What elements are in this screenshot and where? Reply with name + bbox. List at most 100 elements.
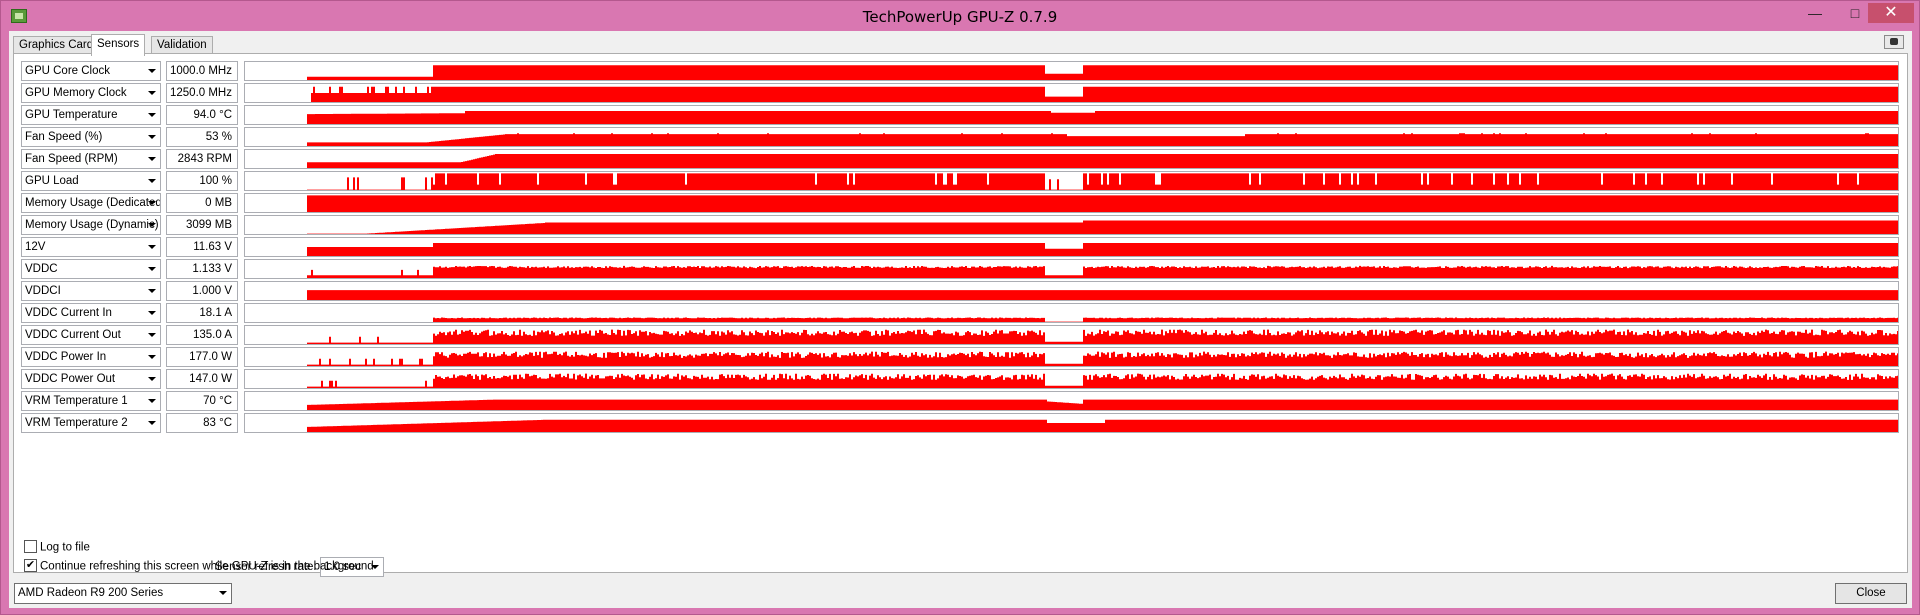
sensor-value: 70 °C <box>166 391 238 411</box>
chevron-down-icon <box>148 157 156 161</box>
sensor-name: GPU Temperature <box>25 109 118 121</box>
sensor-graph[interactable] <box>244 413 1899 433</box>
sensor-name: VDDC Current In <box>25 307 112 319</box>
sensor-graph-area <box>245 195 1898 212</box>
chevron-down-icon <box>148 355 156 359</box>
sensor-name-select[interactable]: Fan Speed (%) <box>21 127 161 147</box>
sensor-name-select[interactable]: VDDC Power Out <box>21 369 161 389</box>
sensor-value: 1.133 V <box>166 259 238 279</box>
close-window-button[interactable]: ✕ <box>1868 3 1914 23</box>
sensor-graph[interactable] <box>244 237 1899 257</box>
sensor-name-select[interactable]: GPU Temperature <box>21 105 161 125</box>
sensor-name: Fan Speed (RPM) <box>25 153 118 165</box>
sensor-graph[interactable] <box>244 105 1899 125</box>
sensor-graph-area <box>245 329 1898 344</box>
sensor-graph[interactable] <box>244 171 1899 191</box>
sensor-graph[interactable] <box>244 281 1899 301</box>
minimize-button[interactable]: — <box>1801 3 1829 23</box>
continue-refresh-checkbox[interactable]: ✔ <box>24 559 37 572</box>
continue-refresh-option[interactable]: ✔ Continue refreshing this screen while G… <box>24 559 374 573</box>
sensor-name-select[interactable]: VRM Temperature 1 <box>21 391 161 411</box>
sensor-row: VDDCI 1.000 V <box>21 281 1901 301</box>
chevron-down-icon <box>148 267 156 271</box>
window-title: TechPowerUp GPU-Z 0.7.9 <box>862 8 1058 26</box>
sensor-name: VRM Temperature 2 <box>25 417 128 429</box>
sensor-name: VDDC <box>25 263 58 275</box>
sensor-graph-area <box>245 154 1898 168</box>
sensor-row: VDDC Current Out 135.0 A <box>21 325 1901 345</box>
chevron-down-icon <box>148 91 156 95</box>
sensor-value: 177.0 W <box>166 347 238 367</box>
sensor-graph-area <box>245 133 1898 146</box>
sensor-graph[interactable] <box>244 391 1899 411</box>
sensor-graph-area <box>245 373 1898 388</box>
chevron-down-icon <box>148 333 156 337</box>
sensor-value: 1000.0 MHz <box>166 61 238 81</box>
sensor-value: 1.000 V <box>166 281 238 301</box>
sensor-graph[interactable] <box>244 369 1899 389</box>
sensor-graph[interactable] <box>244 83 1899 103</box>
sensor-value: 3099 MB <box>166 215 238 235</box>
sensor-graph[interactable] <box>244 347 1899 367</box>
sensor-graph-area <box>245 351 1898 366</box>
sensor-row: VDDC Power In 177.0 W <box>21 347 1901 367</box>
continue-refresh-label: Continue refreshing this screen while GP… <box>40 560 374 573</box>
sensor-name-select[interactable]: VDDC Current In <box>21 303 161 323</box>
sensor-name: VDDC Current Out <box>25 329 121 341</box>
sensor-graph-area <box>245 220 1898 234</box>
sensor-name-select[interactable]: Memory Usage (Dynamic) <box>21 215 161 235</box>
log-to-file-checkbox[interactable] <box>24 540 37 553</box>
chevron-down-icon <box>148 311 156 315</box>
chevron-down-icon <box>219 591 227 595</box>
sensor-row: GPU Memory Clock 1250.0 MHz <box>21 83 1901 103</box>
sensor-row: GPU Core Clock 1000.0 MHz <box>21 61 1901 81</box>
sensor-name-select[interactable]: 12V <box>21 237 161 257</box>
sensor-name-select[interactable]: VDDC Current Out <box>21 325 161 345</box>
sensor-value: 1250.0 MHz <box>166 83 238 103</box>
chevron-down-icon <box>148 399 156 403</box>
chevron-down-icon <box>148 201 156 205</box>
title-bar[interactable]: TechPowerUp GPU-Z 0.7.9 — □ ✕ <box>1 1 1919 31</box>
sensor-row: VDDC Current In 18.1 A <box>21 303 1901 323</box>
close-button[interactable]: Close <box>1835 583 1907 604</box>
sensor-name-select[interactable]: Memory Usage (Dedicated) <box>21 193 161 213</box>
sensor-graph[interactable] <box>244 61 1899 81</box>
sensor-graph[interactable] <box>244 325 1899 345</box>
sensor-name: VDDC Power Out <box>25 373 116 385</box>
gpu-select[interactable]: AMD Radeon R9 200 Series <box>14 583 232 604</box>
sensor-graph[interactable] <box>244 149 1899 169</box>
sensor-graph[interactable] <box>244 127 1899 147</box>
sensor-graph[interactable] <box>244 303 1899 323</box>
gpu-select-value: AMD Radeon R9 200 Series <box>18 587 164 599</box>
sensor-name-select[interactable]: GPU Core Clock <box>21 61 161 81</box>
sensor-row: Memory Usage (Dynamic) 3099 MB <box>21 215 1901 235</box>
sensor-graph-area <box>245 111 1898 124</box>
sensor-value: 135.0 A <box>166 325 238 345</box>
sensor-value: 94.0 °C <box>166 105 238 125</box>
sensor-graph[interactable] <box>244 215 1899 235</box>
tab-sensors[interactable]: Sensors <box>91 34 146 56</box>
sensor-graph-area <box>245 317 1898 322</box>
sensor-row: VDDC 1.133 V <box>21 259 1901 279</box>
sensor-name: 12V <box>25 241 46 253</box>
sensor-graph[interactable] <box>244 193 1899 213</box>
sensor-value: 2843 RPM <box>166 149 238 169</box>
chevron-down-icon <box>148 135 156 139</box>
sensor-name-select[interactable]: GPU Load <box>21 171 161 191</box>
sensor-name-select[interactable]: GPU Memory Clock <box>21 83 161 103</box>
gpuz-window: TechPowerUp GPU-Z 0.7.9 — □ ✕ Graphics C… <box>0 0 1920 615</box>
sensor-name-select[interactable]: VDDC Power In <box>21 347 161 367</box>
sensor-name: GPU Load <box>25 175 79 187</box>
sensor-graph-area <box>245 290 1898 300</box>
log-to-file-option[interactable]: Log to file <box>24 540 90 554</box>
sensor-name-select[interactable]: Fan Speed (RPM) <box>21 149 161 169</box>
sensor-name: VRM Temperature 1 <box>25 395 128 407</box>
camera-icon[interactable] <box>1884 35 1904 49</box>
sensor-name-select[interactable]: VRM Temperature 2 <box>21 413 161 433</box>
sensor-value: 11.63 V <box>166 237 238 257</box>
sensor-graph[interactable] <box>244 259 1899 279</box>
sensor-name-select[interactable]: VDDC <box>21 259 161 279</box>
sensor-name-select[interactable]: VDDCI <box>21 281 161 301</box>
sensor-row: VDDC Power Out 147.0 W <box>21 369 1901 389</box>
maximize-button[interactable]: □ <box>1841 3 1869 23</box>
